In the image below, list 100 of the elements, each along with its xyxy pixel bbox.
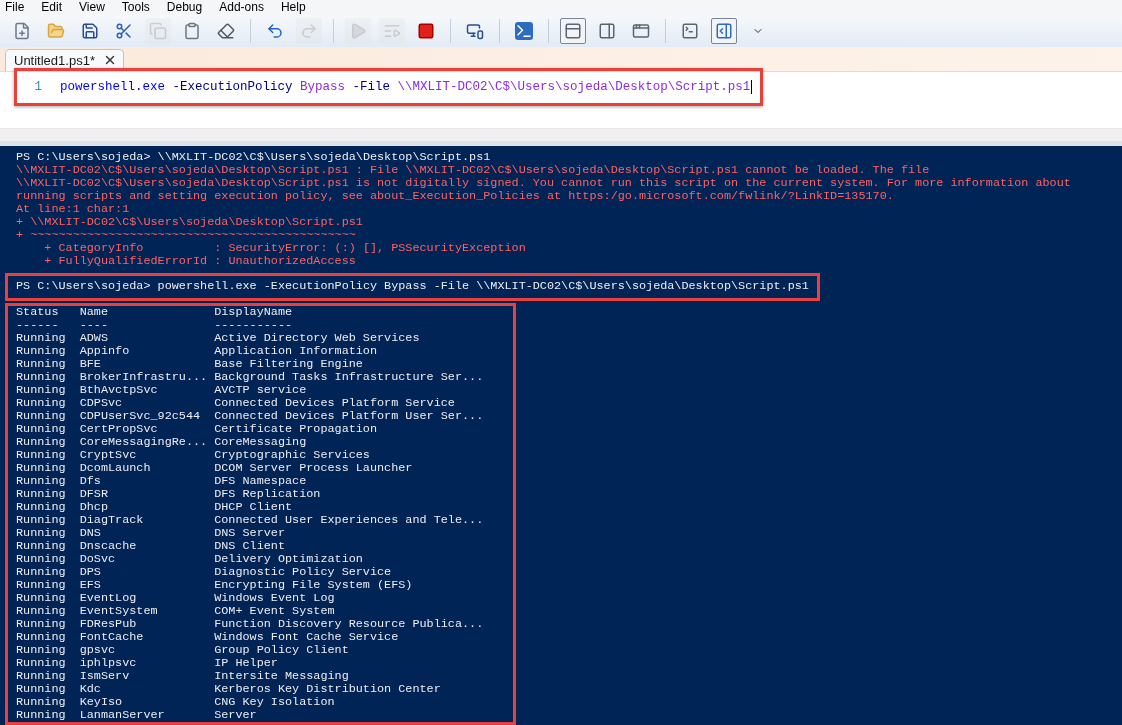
table-cell-text: CDPUserSvc_92c544 [79, 410, 202, 423]
window-icon [632, 21, 650, 40]
table-cell-text: Running [16, 709, 67, 722]
table-cell-text: Running [16, 488, 67, 501]
command-panel-icon [681, 21, 699, 40]
table-cell-text: Running [16, 371, 67, 384]
table-cell-text: DNS Server [214, 527, 286, 540]
file-tab[interactable]: Untitled1.ps1* [5, 48, 124, 71]
table-cell-text: Kerberos Key Distribution Center [214, 683, 442, 696]
table-cell-text: Running [16, 514, 67, 527]
menu-item[interactable]: Tools [121, 0, 150, 15]
table-cell-text: Server [214, 709, 258, 722]
table-cell-text: DPS [79, 566, 102, 579]
error-text: + ~~~~~~~~~~~~~~~~~~~~~~~~~~~~~~~~~~~~~~~~~~~~~~ [16, 229, 357, 242]
table-cell-text: Running [16, 358, 67, 371]
table-cell-text: Delivery Optimization [214, 553, 364, 566]
table-cell-text: COM+ Event System [214, 605, 336, 618]
table-cell-text: DNS Client [214, 540, 286, 553]
column-header: DisplayName [214, 306, 294, 319]
table-cell-text: CoreMessagingRe... [79, 436, 209, 449]
table-cell-text: Windows Event Log [214, 592, 336, 605]
table-cell-text: Appinfo [79, 345, 131, 358]
error-text: + \\MXLIT-DC02\C$\Users\sojeda\Desktop\Script.ps1 [16, 216, 364, 229]
table-cell-text: CDPSvc [79, 397, 124, 410]
table-cell-text: FontCache [79, 631, 145, 644]
table-cell-text: Running [16, 657, 67, 670]
table-cell-text: CNG Key Isolation [214, 696, 336, 709]
table-cell-text: gpsvc [79, 644, 117, 657]
table-cell-text: Running [16, 605, 67, 618]
table-cell-text: EFS [79, 579, 102, 592]
undo-icon [266, 21, 284, 40]
menu-item[interactable]: File [5, 0, 25, 15]
table-cell-text: EventLog [79, 592, 138, 605]
clipboard-icon [183, 21, 201, 40]
error-text: running scripts and setting execution policy, see about_Execution_Policies at https:/go.microsoft.com/fwlink/?LinkID=135170. [16, 190, 895, 203]
error-text: At line:1 char:1 [16, 203, 131, 216]
header-underline: ---- [79, 319, 110, 332]
table-cell-text: Dnscache [79, 540, 138, 553]
table-cell-text: Running [16, 644, 67, 657]
error-text: + FullyQualifiedErrorId : UnauthorizedAccess [43, 255, 357, 268]
table-cell-text: iphlpsvc [79, 657, 138, 670]
table-cell-text: Running [16, 579, 67, 592]
error-text: \\MXLIT-DC02\C$\Users\sojeda\Desktop\Script.ps1 is not digitally signed. You cannot run this script on the current system. For more information about [16, 177, 1071, 190]
scrollbar[interactable] [0, 128, 1122, 142]
folder-icon [47, 21, 65, 40]
remote-computer-icon [466, 21, 484, 40]
table-cell-text: Running [16, 397, 67, 410]
table-cell-text: Running [16, 332, 67, 345]
table-cell-text: DFSR [79, 488, 110, 501]
table-cell-text: Group Policy Client [214, 644, 350, 657]
table-cell-text: DcomLaunch [79, 462, 152, 475]
table-cell-text: Connected Devices Platform Service [214, 397, 456, 410]
menu-item[interactable]: Help [280, 0, 306, 15]
table-cell-text: Diagnostic Policy Service [214, 566, 393, 579]
stop-icon [417, 21, 435, 40]
table-cell-text: Running [16, 436, 67, 449]
copy-icon [149, 21, 167, 40]
table-cell-text: Intersite Messaging [214, 670, 350, 683]
table-cell-text: AVCTP service [214, 384, 308, 397]
table-cell-text: Running [16, 553, 67, 566]
table-cell-text: Running [16, 527, 67, 540]
table-cell-text: Dfs [79, 475, 102, 488]
table-cell-text: Running [16, 384, 67, 397]
toolbar-button[interactable] [560, 17, 586, 44]
table-cell-text: DFS Replication [214, 488, 322, 501]
table-cell-text: Active Directory Web Services [214, 332, 421, 345]
menu-item[interactable]: View [79, 0, 105, 15]
table-cell-text: Windows Font Cache Service [214, 631, 400, 644]
table-cell-text: Running [16, 540, 67, 553]
table-cell-text: Running [16, 631, 67, 644]
redo-icon [300, 21, 318, 40]
table-cell-text: BthAvctpSvc [79, 384, 159, 397]
table-cell: Connected Devices Platform User Ser... [214, 410, 484, 423]
menu-item[interactable]: Debug [166, 0, 203, 15]
code-line: powershell.exe -ExecutionPolicy Bypass -File \\MXLIT-DC02\C$\Users\sojeda\Desktop\Script.ps1 [60, 79, 753, 94]
table-cell: Connected User Experiences and Tele... [214, 514, 484, 527]
table-cell-text: LanmanServer [79, 709, 166, 722]
table-cell-text: Running [16, 423, 67, 436]
toolbar-button[interactable] [711, 17, 737, 44]
eraser-icon [217, 21, 235, 40]
table-cell-text: DiagTrack [79, 514, 145, 527]
save-icon [81, 21, 99, 40]
table-cell-text: CoreMessaging [214, 436, 308, 449]
table-cell-text: BFE [79, 358, 102, 371]
scissors-icon [115, 21, 133, 40]
menu-item[interactable]: Add-ons [219, 0, 264, 15]
console-line: PS C:\Users\sojeda> \\MXLIT-DC02\C$\Users\sojeda\Desktop\Script.ps1 [16, 151, 492, 164]
table-cell-text: IP Helper [214, 657, 279, 670]
table-cell-text: Running [16, 696, 67, 709]
table-cell-text: Running [16, 410, 67, 423]
table-cell-text: DHCP Client [214, 501, 294, 514]
table-cell-text: Dhcp [79, 501, 110, 514]
table-cell-text: Running [16, 345, 67, 358]
table-cell-text: DoSvc [79, 553, 117, 566]
pane-layout-icon [598, 21, 616, 40]
line-number: 1 [33, 79, 42, 94]
table-cell-text: IsmServ [79, 670, 131, 683]
menu-item[interactable]: Edit [41, 0, 63, 15]
column-header: Status [16, 306, 60, 319]
table-cell-text: Application Information [214, 345, 379, 358]
